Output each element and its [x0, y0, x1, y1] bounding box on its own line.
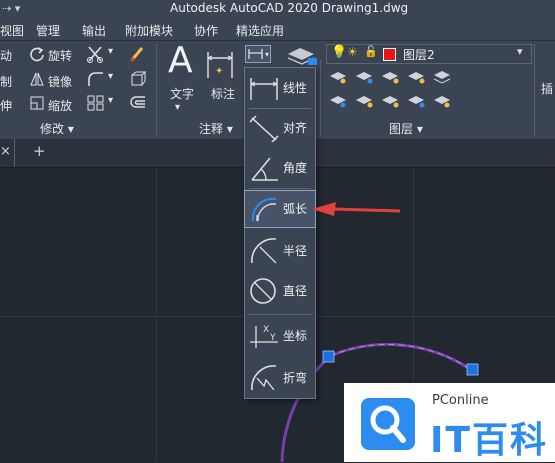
dim-diameter-icon [250, 278, 276, 304]
new-tab-icon[interactable]: + [33, 142, 46, 160]
menu-item-jogged[interactable]: 折弯 [245, 360, 315, 396]
dim-angular-icon [251, 157, 278, 181]
tab-manage[interactable]: 管理 [36, 22, 60, 39]
dim-linear-icon [250, 78, 278, 100]
dimension-type-menu: 线性 对齐 角度 弧长 半径 直径 XY 坐标 折弯 [244, 67, 316, 399]
svg-text:Y: Y [269, 333, 276, 343]
dim-radius-icon [251, 238, 277, 264]
move-label[interactable]: 动 [0, 47, 12, 64]
grip-icon[interactable] [466, 363, 479, 376]
layer-on-icon: 💡 [331, 45, 348, 60]
layer-thaw-icon: ☀ [347, 45, 358, 59]
svg-text:X: X [263, 325, 269, 335]
insert-panel-label[interactable]: 插 [541, 80, 553, 97]
menu-item-ordinate[interactable]: XY 坐标 [245, 318, 315, 354]
dim-jogged-icon [251, 365, 277, 391]
text-label[interactable]: 文字 [170, 85, 194, 102]
menu-item-arc-length[interactable]: 弧长 [244, 190, 316, 228]
text-icon[interactable]: A [168, 40, 193, 81]
menu-item-label: 对齐 [283, 121, 308, 135]
mirror-icon[interactable] [29, 71, 45, 87]
fillet-icon[interactable] [86, 70, 106, 88]
svg-text:✦: ✦ [215, 66, 223, 77]
tab-view[interactable]: 视图 [0, 22, 24, 39]
erase-icon[interactable] [128, 44, 148, 64]
menu-item-aligned[interactable]: 对齐 [245, 110, 315, 146]
array-3d-icon[interactable] [128, 70, 148, 88]
layers-panel-title[interactable]: 图层 ▾ [389, 120, 423, 137]
layer-dropdown[interactable]: 💡 ☀ 🔓 图层2 ▾ [326, 44, 532, 64]
scale-icon[interactable] [29, 95, 45, 111]
svg-text:▾: ▾ [265, 50, 269, 59]
dimension-icon[interactable]: ✦ [205, 46, 235, 82]
mirror-label[interactable]: 镜像 [48, 73, 72, 90]
menu-divider [249, 314, 311, 315]
text-dropdown-icon[interactable]: ▾ [175, 102, 180, 113]
dim-aligned-icon [249, 115, 279, 142]
layer-tools-grid [326, 68, 456, 116]
menu-item-angular[interactable]: 角度 [245, 150, 315, 186]
quick-access-arrow-icon[interactable]: ⇢ ▾ [2, 2, 20, 15]
layer-properties-icon[interactable] [284, 44, 318, 66]
menu-item-label: 弧长 [283, 202, 308, 216]
menu-item-radius[interactable]: 半径 [245, 233, 315, 269]
array-icon[interactable] [86, 94, 106, 112]
array-dropdown-icon[interactable]: ▾ [108, 95, 113, 106]
current-layer-name: 图层2 [403, 48, 435, 62]
rotate-label[interactable]: 旋转 [48, 47, 72, 64]
rotate-icon[interactable] [29, 46, 45, 62]
layer-dropdown-arrow-icon: ▾ [517, 45, 523, 58]
fillet-dropdown-icon[interactable]: ▾ [108, 71, 113, 82]
close-tab-icon[interactable]: × [0, 144, 11, 159]
tab-addins[interactable]: 附加模块 [125, 22, 173, 39]
dim-linear-active-icon[interactable]: ▾ [245, 45, 271, 63]
panel-divider [320, 60, 321, 136]
title-bar: ⇢ ▾ Autodesk AutoCAD 2020 Drawing1.dwg [0, 0, 555, 18]
window-title: Autodesk AutoCAD 2020 Drawing1.dwg [170, 1, 409, 15]
menu-item-linear[interactable]: 线性 [245, 70, 315, 106]
pconline-logo-icon [361, 398, 415, 450]
annotation-arrow-icon [312, 202, 401, 216]
ribbon-tab-bar: 视图 管理 输出 附加模块 协作 精选应用 [0, 18, 555, 41]
dim-arc-length-icon [251, 197, 277, 222]
layer-color-swatch [383, 48, 396, 61]
offset-icon[interactable] [128, 94, 148, 112]
dimension-label[interactable]: 标注 [211, 85, 235, 102]
watermark: PConline IT百科 [344, 383, 555, 462]
grip-icon[interactable] [322, 350, 335, 363]
tab-divider [14, 139, 15, 167]
menu-item-label: 折弯 [283, 371, 308, 385]
panel-divider [156, 44, 157, 136]
menu-item-label: 半径 [283, 244, 308, 258]
scale-label[interactable]: 缩放 [48, 97, 72, 114]
menu-item-label: 角度 [283, 161, 308, 175]
trim-icon[interactable] [86, 45, 106, 63]
menu-item-label: 线性 [283, 81, 308, 95]
panel-divider [534, 44, 535, 136]
layer-unlock-icon: 🔓 [364, 45, 378, 58]
menu-item-diameter[interactable]: 直径 [245, 273, 315, 309]
watermark-brand: PConline [432, 393, 489, 408]
annotation-panel-title[interactable]: 注释 ▾ [199, 120, 233, 137]
menu-item-label: 直径 [283, 284, 308, 298]
menu-divider [249, 188, 311, 189]
tab-featured-apps[interactable]: 精选应用 [236, 22, 284, 39]
tab-output[interactable]: 输出 [82, 22, 106, 39]
copy-label[interactable]: 制 [0, 73, 12, 90]
dim-ordinate-icon: XY [250, 325, 278, 348]
menu-divider [249, 108, 311, 109]
tab-collaborate[interactable]: 协作 [194, 22, 218, 39]
menu-item-label: 坐标 [283, 329, 308, 343]
trim-dropdown-icon[interactable]: ▾ [108, 46, 113, 57]
stretch-label[interactable]: 伸 [0, 97, 12, 114]
watermark-name: IT百科 [430, 420, 548, 461]
modify-panel-title[interactable]: 修改 ▾ [40, 120, 74, 137]
